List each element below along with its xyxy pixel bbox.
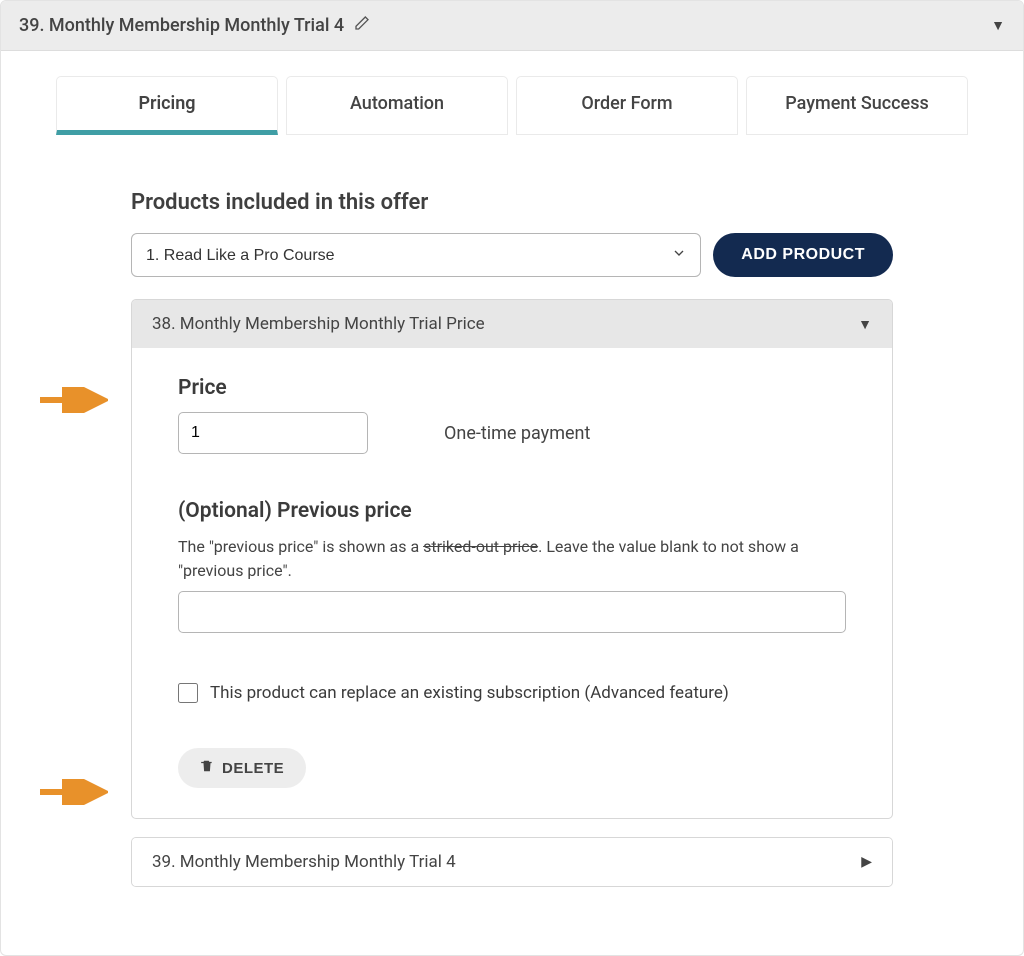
product-selector-row: 1. Read Like a Pro Course ADD PRODUCT (131, 233, 893, 277)
products-section-title: Products included in this offer (131, 190, 893, 215)
accordion-body: Price One-time payment (Optional) Previo… (132, 348, 892, 818)
tab-automation[interactable]: Automation (286, 76, 508, 135)
card-title: 39. Monthly Membership Monthly Trial 4 (19, 15, 344, 36)
edit-icon[interactable] (354, 15, 370, 36)
price-input[interactable] (178, 412, 368, 454)
previous-price-input[interactable] (178, 591, 846, 633)
pricing-panel: Products included in this offer 1. Read … (56, 135, 968, 925)
replace-subscription-label[interactable]: This product can replace an existing sub… (210, 683, 729, 703)
product-price-accordion-1: 38. Monthly Membership Monthly Trial Pri… (131, 299, 893, 819)
chevron-down-icon[interactable]: ▼ (991, 17, 1005, 34)
delete-button[interactable]: DELETE (178, 748, 306, 788)
accordion-title: 38. Monthly Membership Monthly Trial Pri… (152, 314, 485, 334)
tab-order-form[interactable]: Order Form (516, 76, 738, 135)
tabs: Pricing Automation Order Form Payment Su… (56, 76, 968, 135)
previous-price-label: (Optional) Previous price (178, 499, 846, 523)
payment-type-text: One-time payment (444, 423, 590, 444)
product-price-accordion-2: 39. Monthly Membership Monthly Trial 4 ▶ (131, 837, 893, 887)
add-product-button[interactable]: ADD PRODUCT (713, 233, 893, 277)
tab-pricing[interactable]: Pricing (56, 76, 278, 135)
card-header[interactable]: 39. Monthly Membership Monthly Trial 4 ▼ (1, 1, 1023, 51)
replace-subscription-checkbox[interactable] (178, 683, 198, 703)
previous-price-help: The "previous price" is shown as a strik… (178, 535, 846, 583)
delete-label: DELETE (222, 760, 284, 777)
accordion-header[interactable]: 39. Monthly Membership Monthly Trial 4 ▶ (132, 838, 892, 886)
card-body: Pricing Automation Order Form Payment Su… (1, 51, 1023, 955)
price-label: Price (178, 376, 846, 400)
chevron-down-icon: ▼ (858, 316, 872, 333)
chevron-right-icon: ▶ (861, 854, 872, 870)
accordion-header[interactable]: 38. Monthly Membership Monthly Trial Pri… (132, 300, 892, 348)
product-select[interactable]: 1. Read Like a Pro Course (131, 233, 701, 277)
accordion-title: 39. Monthly Membership Monthly Trial 4 (152, 852, 456, 872)
product-select-wrap: 1. Read Like a Pro Course (131, 233, 701, 277)
offer-editor-card: 39. Monthly Membership Monthly Trial 4 ▼… (0, 0, 1024, 956)
tab-payment-success[interactable]: Payment Success (746, 76, 968, 135)
trash-icon (200, 759, 214, 777)
